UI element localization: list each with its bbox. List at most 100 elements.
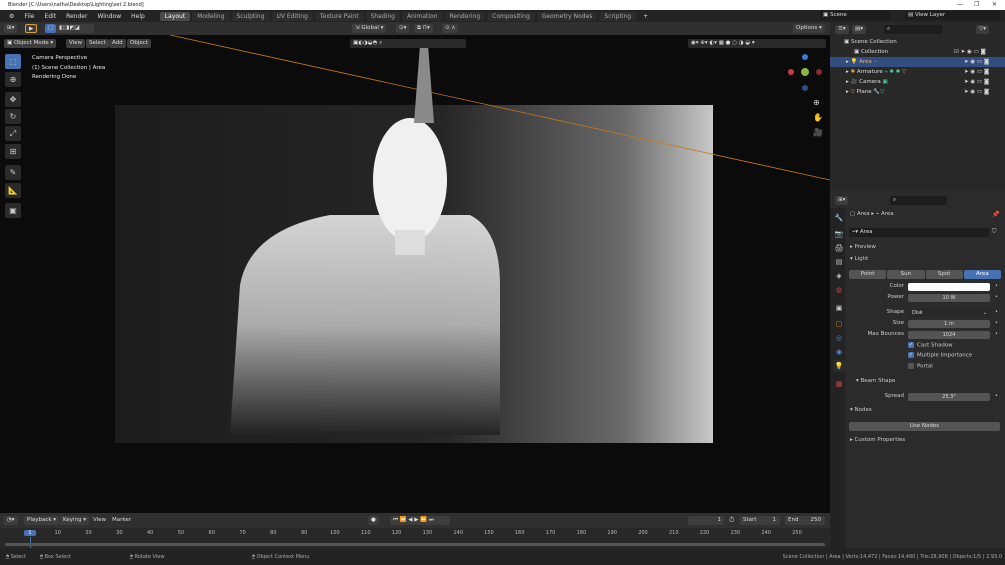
options-dropdown[interactable]: Options ▾ [793,24,825,33]
row-visibility-icons[interactable]: ➤ ◉ ▭ ◙ [964,67,989,77]
mode-dropdown[interactable]: ▣ Object Mode ▾ [4,39,57,48]
render-tab-icon[interactable]: 📷 [833,228,845,240]
tab-texture-paint[interactable]: Texture Paint [314,11,364,21]
use-nodes-button[interactable]: Use Nodes [849,422,1000,431]
panel-beam-shape-header[interactable]: ▾ Beam Shape [856,378,895,384]
row-visibility-icons[interactable]: ➤ ◉ ▭ ◙ [964,57,989,67]
select-box-tool-icon[interactable]: ⬚ [5,54,21,69]
proportional-edit-icon[interactable]: ⊙ ∧ [442,24,459,33]
row-visibility-icons[interactable]: ☑ ➤ ◉ ▭ ◙ [954,47,986,57]
zoom-icon[interactable]: ⊕ [813,95,823,110]
tab-geometry-nodes[interactable]: Geometry Nodes [536,11,598,21]
animate-dot[interactable]: • [995,294,998,300]
active-tool-icon[interactable]: ▶ [25,24,38,33]
menu-edit[interactable]: Edit [39,13,61,20]
end-frame-field[interactable]: End 250 [785,516,825,525]
menu-object[interactable]: Object [127,39,151,48]
animate-dot[interactable]: • [995,331,998,337]
timeline-editor-type[interactable]: ◔▾ [4,516,18,525]
row-visibility-icons[interactable]: ➤ ◉ ▭ ◙ [964,87,989,97]
fake-user-shield-icon[interactable]: ⛉ [992,228,997,236]
light-type-sun[interactable]: Sun [887,270,925,279]
outliner-row-collection[interactable]: ▣ Collection ☑ ➤ ◉ ▭ ◙ [830,47,1005,57]
animate-dot[interactable]: • [995,283,998,289]
animate-dot[interactable]: • [995,309,998,315]
menu-window[interactable]: Window [92,13,126,20]
3d-viewport[interactable]: ▣ Object Mode ▾ View Select Add Object ▣… [0,35,830,513]
tab-uv-editing[interactable]: UV Editing [271,11,313,21]
menu-add[interactable]: Add [109,39,126,48]
panel-custom-properties-header[interactable]: ▸ Custom Properties [850,437,905,443]
outliner-row-plane[interactable]: ▸ ▽ Plane 🔧▽ ➤ ◉ ▭ ◙ [830,87,1005,97]
menu-keying[interactable]: Keying ▾ [60,516,89,525]
scene-collection-row[interactable]: ▣ Scene Collection [830,37,1005,47]
measure-tool-icon[interactable]: 📐 [5,183,21,198]
power-field[interactable]: 10 W [908,294,990,302]
tab-modeling[interactable]: Modeling [192,11,230,21]
menu-select[interactable]: Select [86,39,109,48]
timeline-scrollbar[interactable] [5,543,825,546]
tab-sculpting[interactable]: Sculpting [231,11,270,21]
maximize-button[interactable]: ❐ [974,0,979,10]
animate-dot[interactable]: • [995,393,998,399]
properties-editor-type[interactable]: ⊞▾ [835,196,849,205]
snap-icon[interactable]: ⧉ ⊓▾ [414,24,433,33]
menu-view[interactable]: View [90,516,109,525]
portal-checkbox[interactable]: Portal [908,363,933,370]
transform-tool-icon[interactable]: ⊞ [5,144,21,159]
editor-type-button[interactable]: ⊞▾ [4,24,18,33]
light-type-area[interactable]: Area [963,270,1001,279]
cursor-tool-icon[interactable]: ⊕ [5,72,21,87]
select-mode-new-icon[interactable]: ▢ [45,24,57,33]
stopwatch-icon[interactable]: ⏱ [729,516,734,525]
menu-marker[interactable]: Marker [109,516,134,525]
tool-tab-icon[interactable]: 🔧 [833,212,845,224]
tab-rendering[interactable]: Rendering [444,11,486,21]
add-workspace-button[interactable]: + [638,13,653,20]
playback-controls[interactable]: ⏮ ⏪ ◀ ▶ ⏩ ⏭ [390,516,450,525]
pin-icon[interactable]: 📌 [992,211,999,218]
light-type-point[interactable]: Point [849,270,887,279]
navigation-gizmo[interactable] [785,52,825,97]
shape-dropdown[interactable]: Disk ⌄ [908,309,990,317]
texture-tab-icon[interactable]: ▦ [833,378,845,390]
view-layer-tab-icon[interactable]: ▤ [833,256,845,268]
current-frame-field[interactable]: 1 [688,516,724,525]
tab-animation[interactable]: Animation [401,11,443,21]
menu-render[interactable]: Render [61,13,92,20]
outliner-row-armature[interactable]: ▸ ✱ Armature ⤷ ✱ ✱ ▽ ➤ ◉ ▭ ◙ [830,67,1005,77]
annotate-tool-icon[interactable]: ✎ [5,165,21,180]
panel-light-header[interactable]: ▾ Light [850,256,868,262]
tab-layout[interactable]: Layout [159,11,191,21]
output-tab-icon[interactable]: 🖨 [833,242,845,254]
view-layer-selector[interactable]: ▤ View Layer [905,11,1000,20]
size-field[interactable]: 1 m [908,320,990,328]
close-button[interactable]: ✕ [992,0,997,10]
scene-selector[interactable]: ▣ Scene [820,11,890,20]
menu-help[interactable]: Help [126,13,150,20]
move-tool-icon[interactable]: ✥ [5,92,21,107]
select-mode-buttons[interactable]: ◧◨◩◪ [56,24,94,33]
menu-playback[interactable]: Playback ▾ [24,516,60,525]
row-visibility-icons[interactable]: ➤ ◉ ▭ ◙ [964,77,989,87]
multiple-importance-checkbox[interactable]: ✓ Multiple Importance [908,352,972,359]
pivot-icon[interactable]: ⊙▾ [396,24,410,33]
outliner-filter-mode[interactable]: ▤▾ [852,25,866,34]
auto-keying-button[interactable]: ● [368,516,379,525]
color-swatch[interactable] [908,283,990,291]
outliner-row-area[interactable]: ▸ 💡 Area ⌁ ➤ ◉ ▭ ◙ [830,57,1005,67]
blender-logo-icon[interactable]: ⚙ [4,13,19,20]
outliner-filter-icon[interactable]: ▽▾ [976,25,989,34]
menu-view[interactable]: View [66,39,86,48]
animate-dot[interactable]: • [995,320,998,326]
scene-tab-icon[interactable]: ◈ [833,270,845,282]
max-bounces-field[interactable]: 1024 [908,331,990,339]
panel-nodes-header[interactable]: ▾ Nodes [850,407,872,413]
properties-search-input[interactable]: ⌕ [890,196,947,205]
tab-scripting[interactable]: Scripting [599,11,637,21]
physics-tab-icon[interactable]: ◉ [833,346,845,358]
light-datablock-field[interactable]: ⌁▾ Area [849,228,989,237]
visibility-filter-bar[interactable]: ▣◐◑◒◓ ⌕ [350,39,466,48]
shading-controls[interactable]: ◉▾ ⊕▾ ◐▾ ▦ ● ○ ◑ ◒ ▾ [688,39,826,48]
outliner-search-input[interactable]: ⌕ [884,25,942,34]
